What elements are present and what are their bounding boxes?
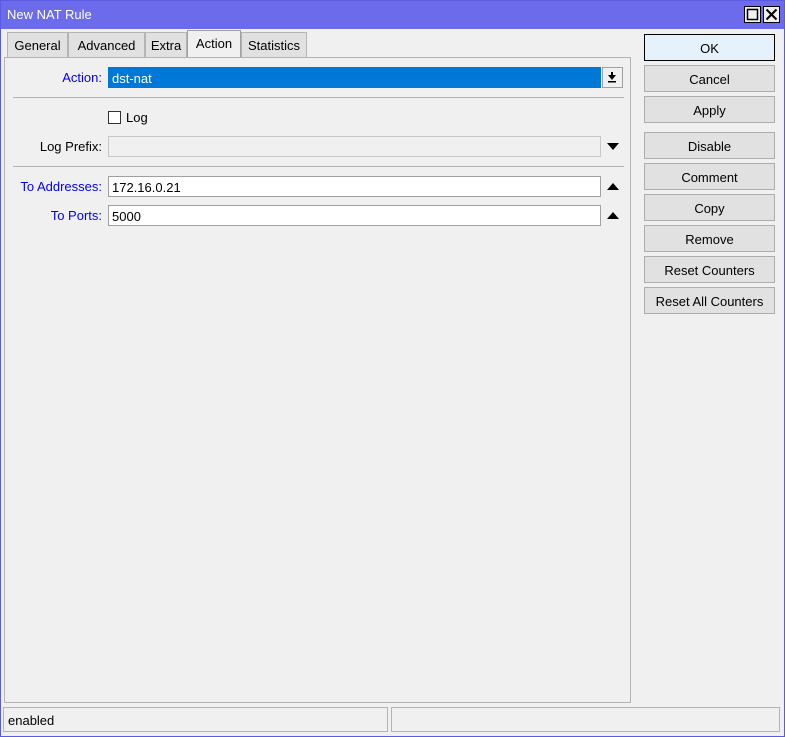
reset-all-counters-button[interactable]: Reset All Counters — [644, 287, 775, 314]
action-label: Action: — [62, 70, 102, 85]
log-prefix-field[interactable] — [108, 136, 601, 157]
disable-button[interactable]: Disable — [644, 132, 775, 159]
window-title: New NAT Rule — [7, 7, 92, 22]
log-label: Log — [126, 110, 148, 125]
status-secondary — [391, 707, 780, 732]
tab-extra[interactable]: Extra — [145, 32, 187, 57]
separator — [13, 97, 624, 98]
to-addresses-input[interactable]: 172.16.0.21 — [108, 176, 601, 197]
remove-button[interactable]: Remove — [644, 225, 775, 252]
separator — [13, 166, 624, 167]
dropdown-arrow-icon — [608, 72, 616, 83]
status-text: enabled — [3, 707, 388, 732]
comment-button[interactable]: Comment — [644, 163, 775, 190]
reset-counters-button[interactable]: Reset Counters — [644, 256, 775, 283]
tab-advanced[interactable]: Advanced — [68, 32, 145, 57]
triangle-down-icon[interactable] — [606, 142, 620, 152]
cancel-button[interactable]: Cancel — [644, 65, 775, 92]
action-select[interactable]: dst-nat — [108, 67, 601, 88]
to-ports-input[interactable]: 5000 — [108, 205, 601, 226]
tab-general[interactable]: General — [7, 32, 68, 57]
nat-rule-window: New NAT Rule General Advanced Extra Acti… — [0, 0, 785, 737]
maximize-icon — [746, 8, 759, 21]
copy-button[interactable]: Copy — [644, 194, 775, 221]
tab-statistics[interactable]: Statistics — [241, 32, 307, 57]
action-dropdown-button[interactable] — [602, 67, 623, 88]
to-addresses-label: To Addresses: — [20, 179, 102, 194]
close-button[interactable] — [763, 6, 780, 23]
ok-button[interactable]: OK — [644, 34, 775, 61]
maximize-button[interactable] — [744, 6, 761, 23]
triangle-up-icon[interactable] — [606, 211, 620, 221]
apply-button[interactable]: Apply — [644, 96, 775, 123]
log-checkbox[interactable] — [108, 111, 121, 124]
action-tab-panel: Action: dst-nat Log Log Prefix: To Addre… — [4, 57, 631, 703]
close-icon — [765, 8, 778, 21]
title-bar[interactable]: New NAT Rule — [1, 1, 784, 29]
status-bar: enabled — [1, 705, 784, 735]
triangle-up-icon[interactable] — [606, 182, 620, 192]
to-ports-label: To Ports: — [50, 208, 102, 223]
tab-action[interactable]: Action — [187, 30, 241, 57]
log-prefix-label: Log Prefix: — [39, 139, 102, 154]
